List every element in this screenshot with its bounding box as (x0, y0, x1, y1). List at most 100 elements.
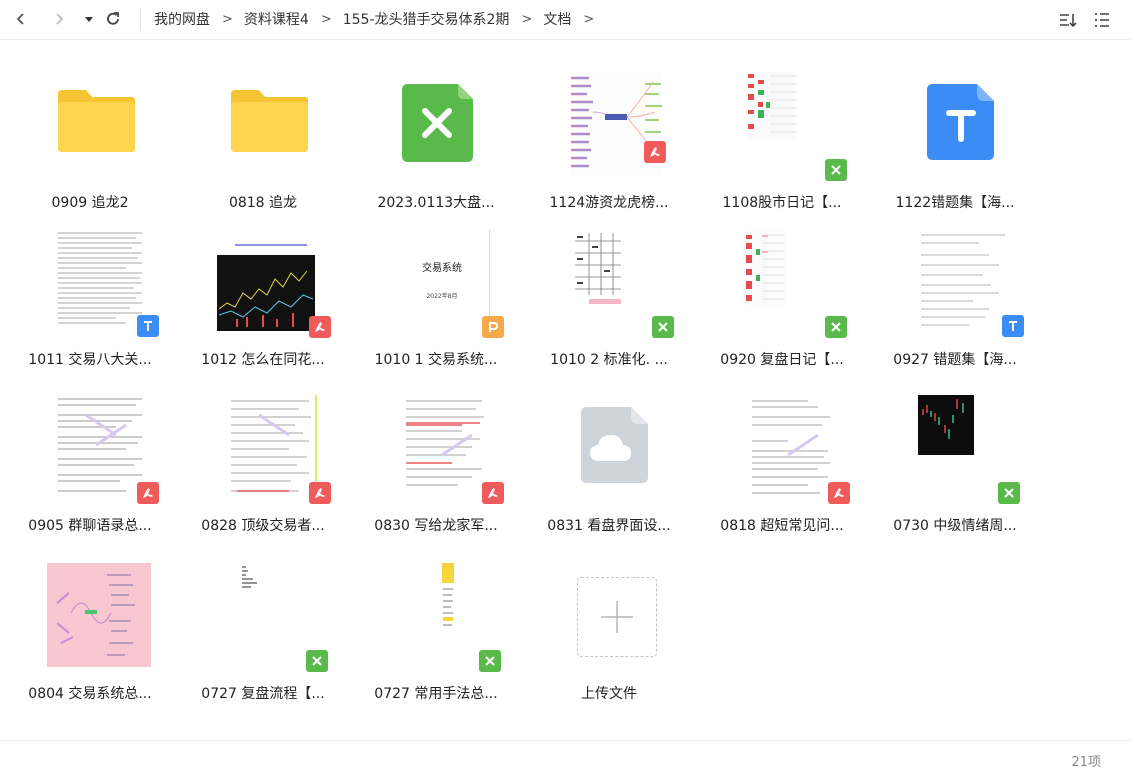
file-tile[interactable]: 0830 写给龙家军... (349, 385, 523, 545)
file-name: 0804 交易系统总... (28, 686, 152, 702)
thumbnail (386, 563, 501, 672)
doc-preview (56, 229, 144, 333)
caret-down-icon (85, 17, 93, 22)
thumbnail (213, 72, 317, 176)
xls-badge-icon (479, 650, 501, 672)
file-tile[interactable]: 0730 中级情绪周... (868, 385, 1042, 545)
folder-icon (58, 90, 135, 152)
file-name: 0818 追龙 (228, 195, 298, 211)
xls-badge-icon (825, 316, 847, 338)
slide-title: 交易系统 (422, 263, 462, 274)
file-name: 0830 写给龙家军... (374, 518, 498, 534)
slide-date: 2022年8月 (426, 293, 458, 300)
file-tile[interactable]: 1122错题集【海... (868, 62, 1042, 222)
refresh-icon (107, 12, 119, 25)
file-tile[interactable]: 0905 群聊语录总... (3, 385, 177, 545)
text-doc-icon (927, 84, 994, 160)
doc-preview (229, 395, 317, 499)
file-name: 0927 错题集【海... (893, 352, 1017, 368)
pdf-badge-icon (644, 141, 666, 163)
thumbnail (386, 72, 490, 176)
toolbar: 我的网盘 > 资料课程4 > 155-龙头猎手交易体系2期 > 文档 > (0, 0, 1131, 40)
file-name: 1010 1 交易系统... (374, 352, 498, 368)
forward-button[interactable] (46, 6, 72, 32)
thumbnail (732, 70, 847, 181)
sort-icon (1060, 14, 1077, 28)
thumbnail (905, 229, 1024, 337)
upload-label: 上传文件 (581, 686, 637, 702)
file-tile[interactable]: 1108股市日记【... (695, 62, 869, 222)
file-name: 1012 怎么在同花... (201, 352, 325, 368)
folder-icon (231, 90, 308, 152)
breadcrumb-item-home[interactable]: 我的网盘 (154, 9, 210, 29)
back-button[interactable] (8, 6, 34, 32)
thumbnail (40, 229, 159, 337)
list-view-icon (1095, 13, 1109, 27)
breadcrumb-separator-icon: > (320, 11, 332, 27)
upload-dropzone[interactable] (577, 577, 657, 657)
breadcrumb-item-course[interactable]: 资料课程4 (244, 9, 309, 29)
chevron-right-icon (56, 13, 64, 25)
file-grid: 0909 追龙2 0818 追龙 2023.0113大盘... 1124游资龙虎… (0, 40, 1131, 740)
list-view-button[interactable] (1089, 7, 1115, 33)
txt-badge-icon (137, 315, 159, 337)
file-name: 0920 复盘日记【... (720, 352, 844, 368)
file-tile[interactable]: 0828 顶级交易者... (176, 385, 350, 545)
breadcrumb-item-series[interactable]: 155-龙头猎手交易体系2期 (343, 9, 510, 29)
breadcrumb-item-docs[interactable]: 文档 (543, 9, 571, 29)
txt-badge-icon (1002, 315, 1024, 337)
file-tile[interactable]: 0927 错题集【海... (868, 219, 1042, 379)
doc-preview (402, 395, 490, 499)
file-name: 0905 群聊语录总... (28, 518, 152, 534)
file-name: 0727 常用手法总... (374, 686, 498, 702)
file-name: 0909 追龙2 (51, 195, 129, 211)
file-name: 2023.0113大盘... (377, 195, 495, 211)
pdf-badge-icon (828, 482, 850, 504)
file-tile[interactable]: 1012 怎么在同花... (176, 219, 350, 379)
file-name: 0727 复盘流程【... (201, 686, 325, 702)
file-name: 0818 超短常见问... (720, 518, 844, 534)
chart-doc-thumbnail (207, 237, 323, 333)
sort-button[interactable] (1055, 7, 1081, 33)
file-tile[interactable]: 0818 超短常见问... (695, 385, 869, 545)
file-tile[interactable]: 0920 复盘日记【... (695, 219, 869, 379)
thumbnail (732, 229, 847, 338)
file-tile[interactable]: 0909 追龙2 (3, 62, 177, 222)
pdf-badge-icon (137, 482, 159, 504)
file-tile[interactable]: 2023.0113大盘... (349, 62, 523, 222)
file-tile[interactable]: 1011 交易八大关... (3, 219, 177, 379)
spreadsheet-thumbnail (242, 566, 257, 588)
refresh-button[interactable] (100, 6, 126, 32)
file-tile[interactable]: 0727 常用手法总... (349, 553, 523, 713)
upload-tile[interactable]: 上传文件 (522, 553, 696, 713)
file-tile[interactable]: 交易系统 2022年8月 1010 1 交易系统... (349, 219, 523, 379)
breadcrumb-separator-icon: > (583, 11, 595, 27)
file-tile[interactable]: 1124游资龙虎榜... (522, 62, 696, 222)
thumbnail (559, 72, 669, 176)
file-tile[interactable]: 1010 2 标准化. ... (522, 219, 696, 379)
xls-badge-icon (306, 650, 328, 672)
file-tile[interactable]: 0818 追龙 (176, 62, 350, 222)
xls-badge-icon (825, 159, 847, 181)
doc-preview (56, 395, 144, 499)
file-tile[interactable]: 0727 复盘流程【... (176, 553, 350, 713)
thumbnail (213, 395, 331, 504)
thumbnail (213, 563, 328, 672)
breadcrumb-separator-icon: > (521, 11, 533, 27)
upload-box[interactable] (559, 563, 663, 667)
file-name: 1011 交易八大关... (28, 352, 152, 368)
item-count: 21项 (1071, 755, 1101, 770)
cloud-file-icon (581, 407, 648, 483)
history-dropdown-button[interactable] (76, 6, 102, 32)
thumbnail (40, 72, 144, 176)
thumbnail (559, 229, 674, 338)
thumbnail (732, 395, 850, 504)
thumbnail (905, 72, 1009, 176)
file-name: 0730 中级情绪周... (893, 518, 1017, 534)
file-tile[interactable]: 0804 交易系统总... (3, 553, 177, 713)
plus-icon (601, 601, 633, 633)
file-tile[interactable]: 0831 看盘界面设... (522, 385, 696, 545)
excel-icon (402, 84, 473, 162)
pdf-badge-icon (482, 482, 504, 504)
status-bar: 21项 (0, 740, 1131, 771)
